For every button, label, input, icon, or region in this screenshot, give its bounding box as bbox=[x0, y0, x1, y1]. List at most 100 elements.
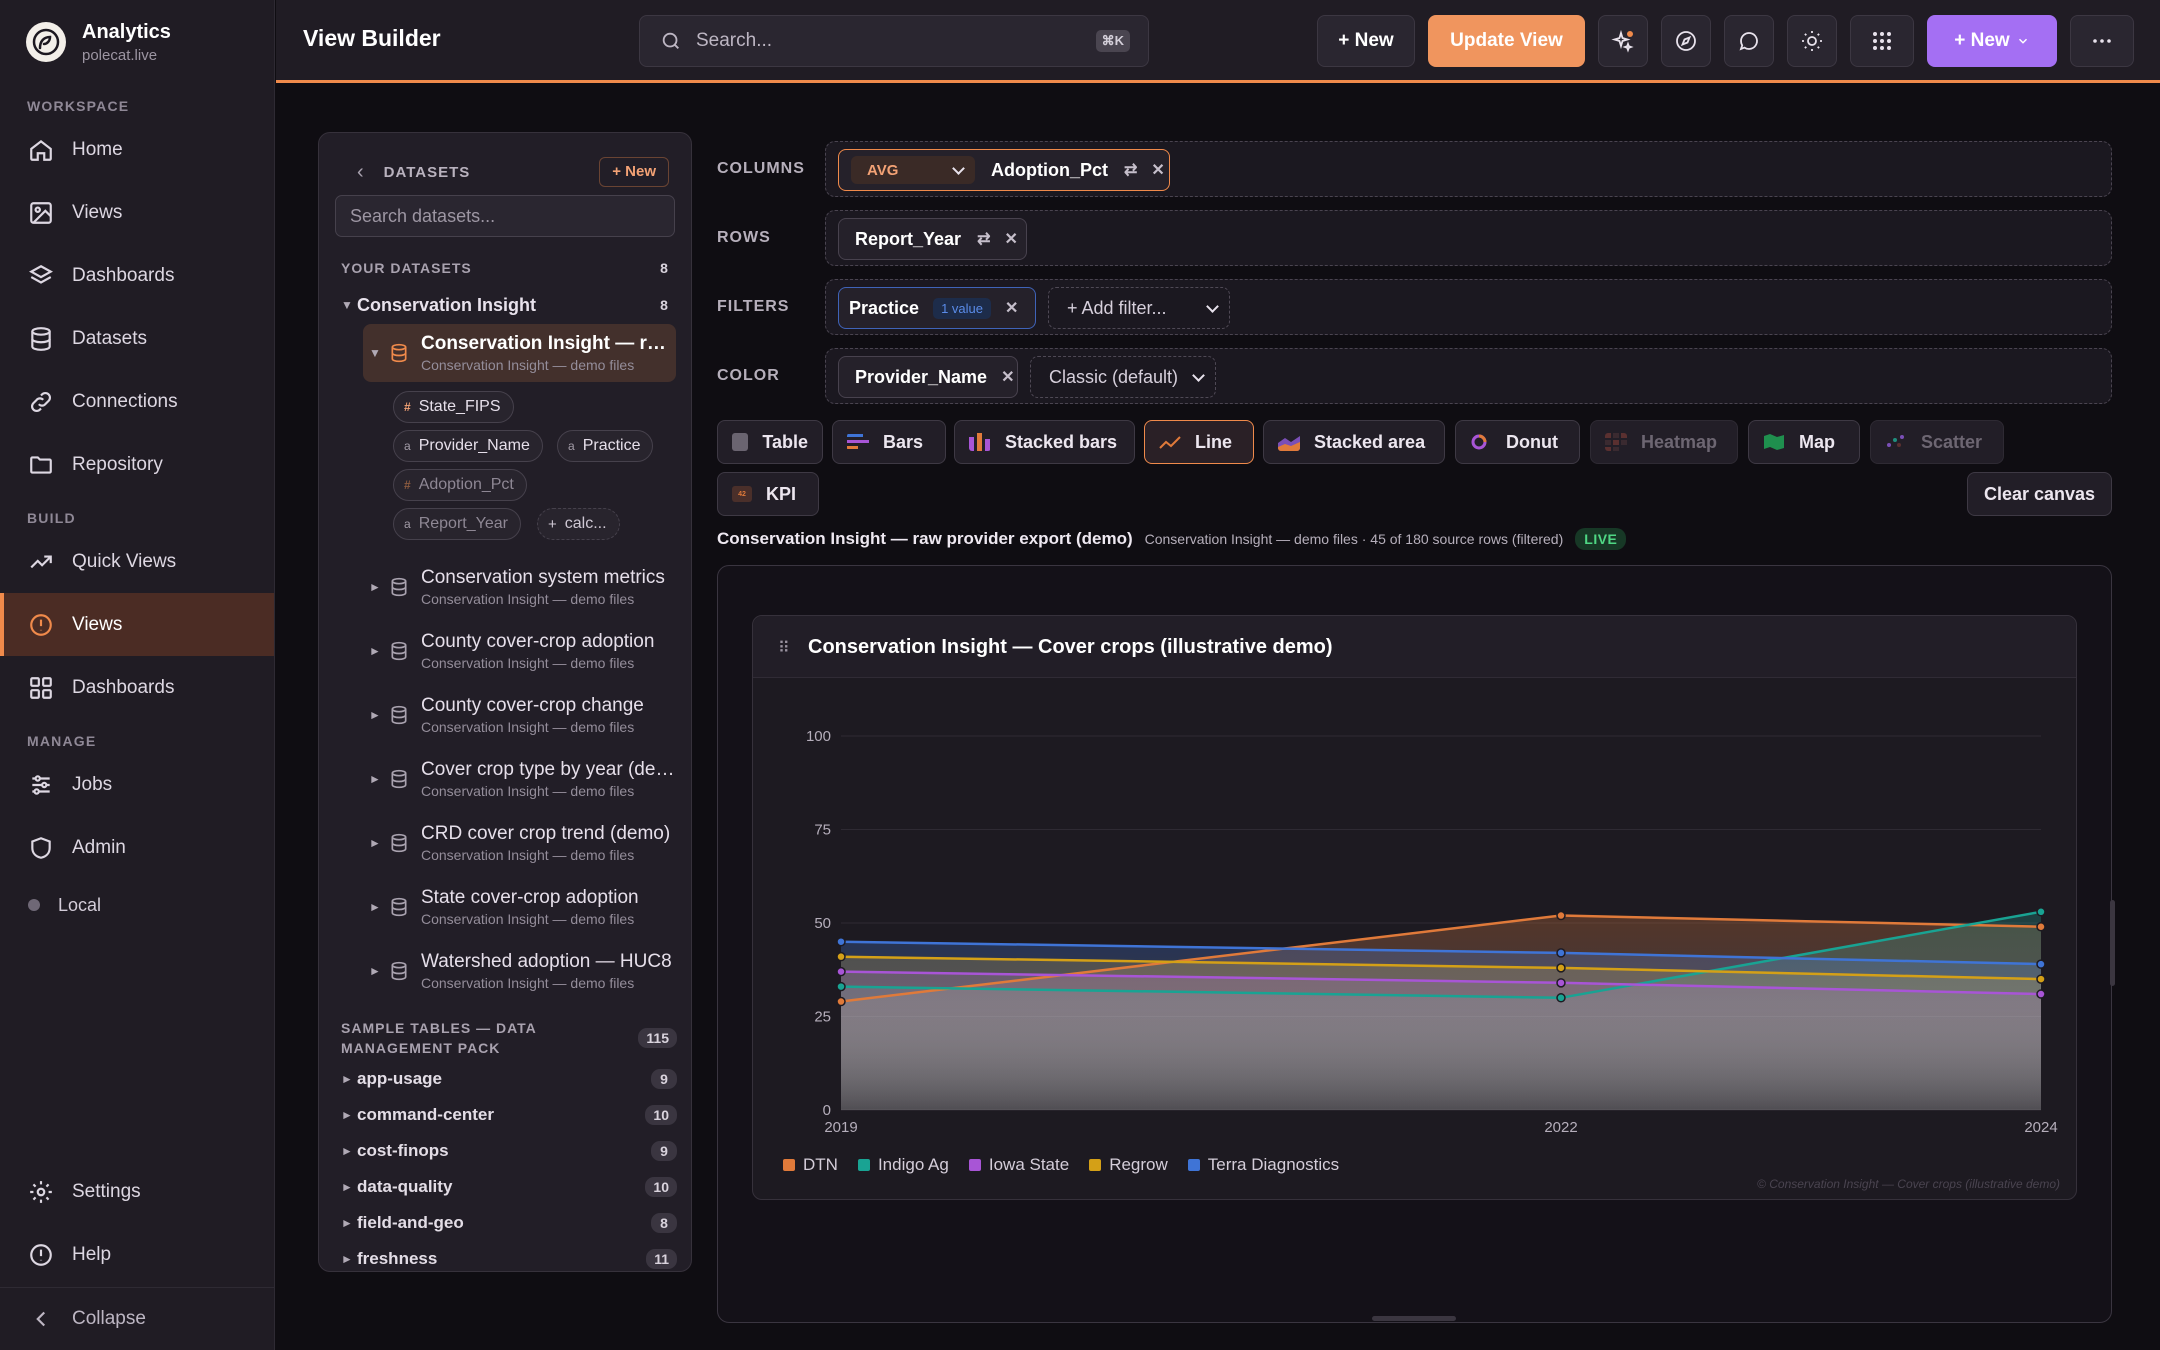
drag-handle-icon[interactable]: ⠿ bbox=[778, 638, 790, 658]
columns-shelf[interactable]: AVG Adoption_Pct ⇄ ✕ bbox=[825, 141, 2112, 197]
search-input[interactable]: Search... ⌘K bbox=[639, 15, 1149, 67]
sidebar-item-views[interactable]: Views bbox=[0, 181, 274, 244]
back-chevron-icon[interactable]: ‹ bbox=[357, 161, 364, 184]
field-chip[interactable]: a Provider_Name bbox=[393, 430, 543, 462]
field-chip[interactable]: # State_FIPS bbox=[393, 391, 514, 423]
rows-shelf[interactable]: Report_Year ⇄ ✕ bbox=[825, 210, 2112, 266]
dataset-source: Conservation Insight — demo files bbox=[421, 719, 635, 735]
sidebar-item-help[interactable]: Help bbox=[0, 1223, 275, 1286]
sidebar-item-repository[interactable]: Repository bbox=[0, 433, 274, 496]
filter-pill[interactable]: Practice 1 value ✕ bbox=[838, 287, 1036, 329]
dataset-source: Conservation Insight — demo files bbox=[421, 847, 635, 863]
collapse-button[interactable]: Collapse bbox=[0, 1288, 275, 1350]
legend-item[interactable]: Regrow bbox=[1089, 1155, 1168, 1175]
remove-icon[interactable]: ✕ bbox=[1004, 229, 1017, 249]
chat-button[interactable] bbox=[1724, 15, 1774, 67]
legend-item[interactable]: Indigo Ag bbox=[857, 1155, 949, 1175]
field-chip-used[interactable]: # Adoption_Pct bbox=[393, 469, 527, 501]
dataset-item[interactable]: ► Conservation system metrics Conservation… bbox=[363, 558, 676, 616]
apps-button[interactable] bbox=[1850, 15, 1914, 67]
sidebar-item-home[interactable]: Home bbox=[0, 118, 274, 181]
sample-table-group[interactable]: ► app-usage 9 bbox=[341, 1064, 677, 1094]
caret-right-icon: ► bbox=[369, 708, 381, 722]
palette-select[interactable]: Classic (default) bbox=[1030, 356, 1216, 398]
new-dataset-button[interactable]: + New bbox=[599, 157, 669, 187]
sample-table-group[interactable]: ► cost-finops 9 bbox=[341, 1136, 677, 1166]
theme-toggle-button[interactable] bbox=[1787, 15, 1837, 67]
database-icon bbox=[391, 833, 407, 853]
sample-name: freshness bbox=[357, 1249, 438, 1268]
sidebar-item-quick-views[interactable]: Quick Views bbox=[0, 530, 274, 593]
sample-table-group[interactable]: ► field-and-geo 8 bbox=[341, 1208, 677, 1238]
sidebar-item-jobs[interactable]: Jobs bbox=[0, 753, 274, 816]
sidebar-item-admin[interactable]: Admin bbox=[0, 816, 274, 879]
swap-icon[interactable]: ⇄ bbox=[977, 229, 990, 249]
sidebar-item-settings[interactable]: Settings bbox=[0, 1160, 275, 1223]
more-button[interactable] bbox=[2070, 15, 2134, 67]
add-filter-dropdown[interactable]: + Add filter... bbox=[1048, 287, 1230, 329]
sidebar-item-datasets[interactable]: Datasets bbox=[0, 307, 274, 370]
dataset-item-selected[interactable]: ▼ Conservation Insight — raw provider exp… bbox=[363, 324, 676, 382]
sidebar-item-build-dashboards[interactable]: Dashboards bbox=[0, 656, 274, 719]
sidebar-item-dashboards[interactable]: Dashboards bbox=[0, 244, 274, 307]
viz-line-button[interactable]: Line bbox=[1144, 420, 1254, 464]
dataset-item[interactable]: ► County cover-crop adoption Conservation … bbox=[363, 622, 676, 680]
viz-donut-button[interactable]: Donut bbox=[1455, 420, 1580, 464]
horizontal-scrollbar[interactable] bbox=[1372, 1316, 1456, 1321]
aggregation-select[interactable]: AVG bbox=[851, 156, 975, 184]
dataset-item[interactable]: ► Cover crop type by year (demo) Conservat… bbox=[363, 750, 676, 808]
data-point bbox=[2036, 959, 2046, 969]
filters-shelf[interactable]: Practice 1 value ✕ + Add filter... bbox=[825, 279, 2112, 335]
brand-name: Analytics bbox=[82, 20, 171, 43]
sample-table-group[interactable]: ► command-center 10 bbox=[341, 1100, 677, 1130]
viz-label: Stacked bars bbox=[1005, 431, 1118, 452]
dataset-item[interactable]: ► CRD cover crop trend (demo) Conservation… bbox=[363, 814, 676, 872]
field-chip-used[interactable]: a Report_Year bbox=[393, 508, 521, 540]
remove-icon[interactable]: ✕ bbox=[1001, 367, 1014, 387]
legend-item[interactable]: Terra Diagnostics bbox=[1187, 1155, 1339, 1175]
sample-table-group[interactable]: ► freshness 11 bbox=[341, 1244, 677, 1271]
dataset-item[interactable]: ► County cover-crop change Conservation In… bbox=[363, 686, 676, 744]
viz-stacked-area-button[interactable]: Stacked area bbox=[1263, 420, 1445, 464]
viz-heatmap-button[interactable]: Heatmap bbox=[1590, 420, 1738, 464]
viz-bars-button[interactable]: Bars bbox=[832, 420, 946, 464]
swap-icon[interactable]: ⇄ bbox=[1124, 160, 1137, 180]
your-datasets-header: YOUR DATASETS 8 bbox=[341, 258, 677, 278]
sidebar-item-connections[interactable]: Connections bbox=[0, 370, 274, 433]
color-shelf[interactable]: Provider_Name ✕ Classic (default) bbox=[825, 348, 2112, 404]
dataset-search-input[interactable]: Search datasets... bbox=[335, 195, 675, 237]
rows-field-pill[interactable]: Report_Year ⇄ ✕ bbox=[838, 218, 1027, 260]
sample-table-group[interactable]: ► data-quality 10 bbox=[341, 1172, 677, 1202]
columns-field-pill[interactable]: AVG Adoption_Pct ⇄ ✕ bbox=[838, 149, 1170, 191]
field-name: Practice bbox=[849, 297, 920, 318]
dataset-item[interactable]: ► State cover-crop adoption Conservation I… bbox=[363, 878, 676, 936]
add-calculated-field-button[interactable]: + calc... bbox=[537, 508, 620, 540]
link-icon bbox=[31, 391, 51, 412]
viz-map-button[interactable]: Map bbox=[1748, 420, 1860, 464]
dataset-source: Conservation Insight — demo files bbox=[421, 975, 635, 991]
vertical-scrollbar[interactable] bbox=[2110, 900, 2115, 986]
sidebar-item-views-active[interactable]: Views bbox=[0, 593, 274, 656]
legend-item[interactable]: DTN bbox=[783, 1155, 838, 1175]
dataset-item[interactable]: ► Watershed adoption — HUC8 Conservation I… bbox=[363, 942, 676, 1000]
viz-table-button[interactable]: Table bbox=[717, 420, 823, 464]
data-point bbox=[1556, 963, 1566, 973]
field-chip[interactable]: a Practice bbox=[557, 430, 654, 462]
update-view-button[interactable]: Update View bbox=[1428, 15, 1585, 67]
new-button[interactable]: + New bbox=[1317, 15, 1415, 67]
new-menu-button[interactable]: + New bbox=[1927, 15, 2057, 67]
remove-icon[interactable]: ✕ bbox=[1005, 298, 1018, 318]
viz-stacked-bars-button[interactable]: Stacked bars bbox=[954, 420, 1135, 464]
tree-group-conservation[interactable]: ▼ Conservation Insight 8 bbox=[341, 292, 677, 318]
color-field-pill[interactable]: Provider_Name ✕ bbox=[838, 356, 1018, 398]
ai-sparkle-button[interactable] bbox=[1598, 15, 1648, 67]
brand[interactable]: Analytics polecat.live bbox=[0, 0, 274, 84]
viz-kpi-button[interactable]: 42 KPI bbox=[717, 472, 819, 516]
local-environment[interactable]: Local bbox=[0, 885, 274, 925]
dataset-name: Conservation system metrics bbox=[421, 567, 665, 588]
clear-canvas-button[interactable]: Clear canvas bbox=[1967, 472, 2112, 516]
remove-icon[interactable]: ✕ bbox=[1151, 160, 1164, 180]
legend-item[interactable]: Iowa State bbox=[968, 1155, 1069, 1175]
explore-button[interactable] bbox=[1661, 15, 1711, 67]
viz-scatter-button[interactable]: Scatter bbox=[1870, 420, 2004, 464]
